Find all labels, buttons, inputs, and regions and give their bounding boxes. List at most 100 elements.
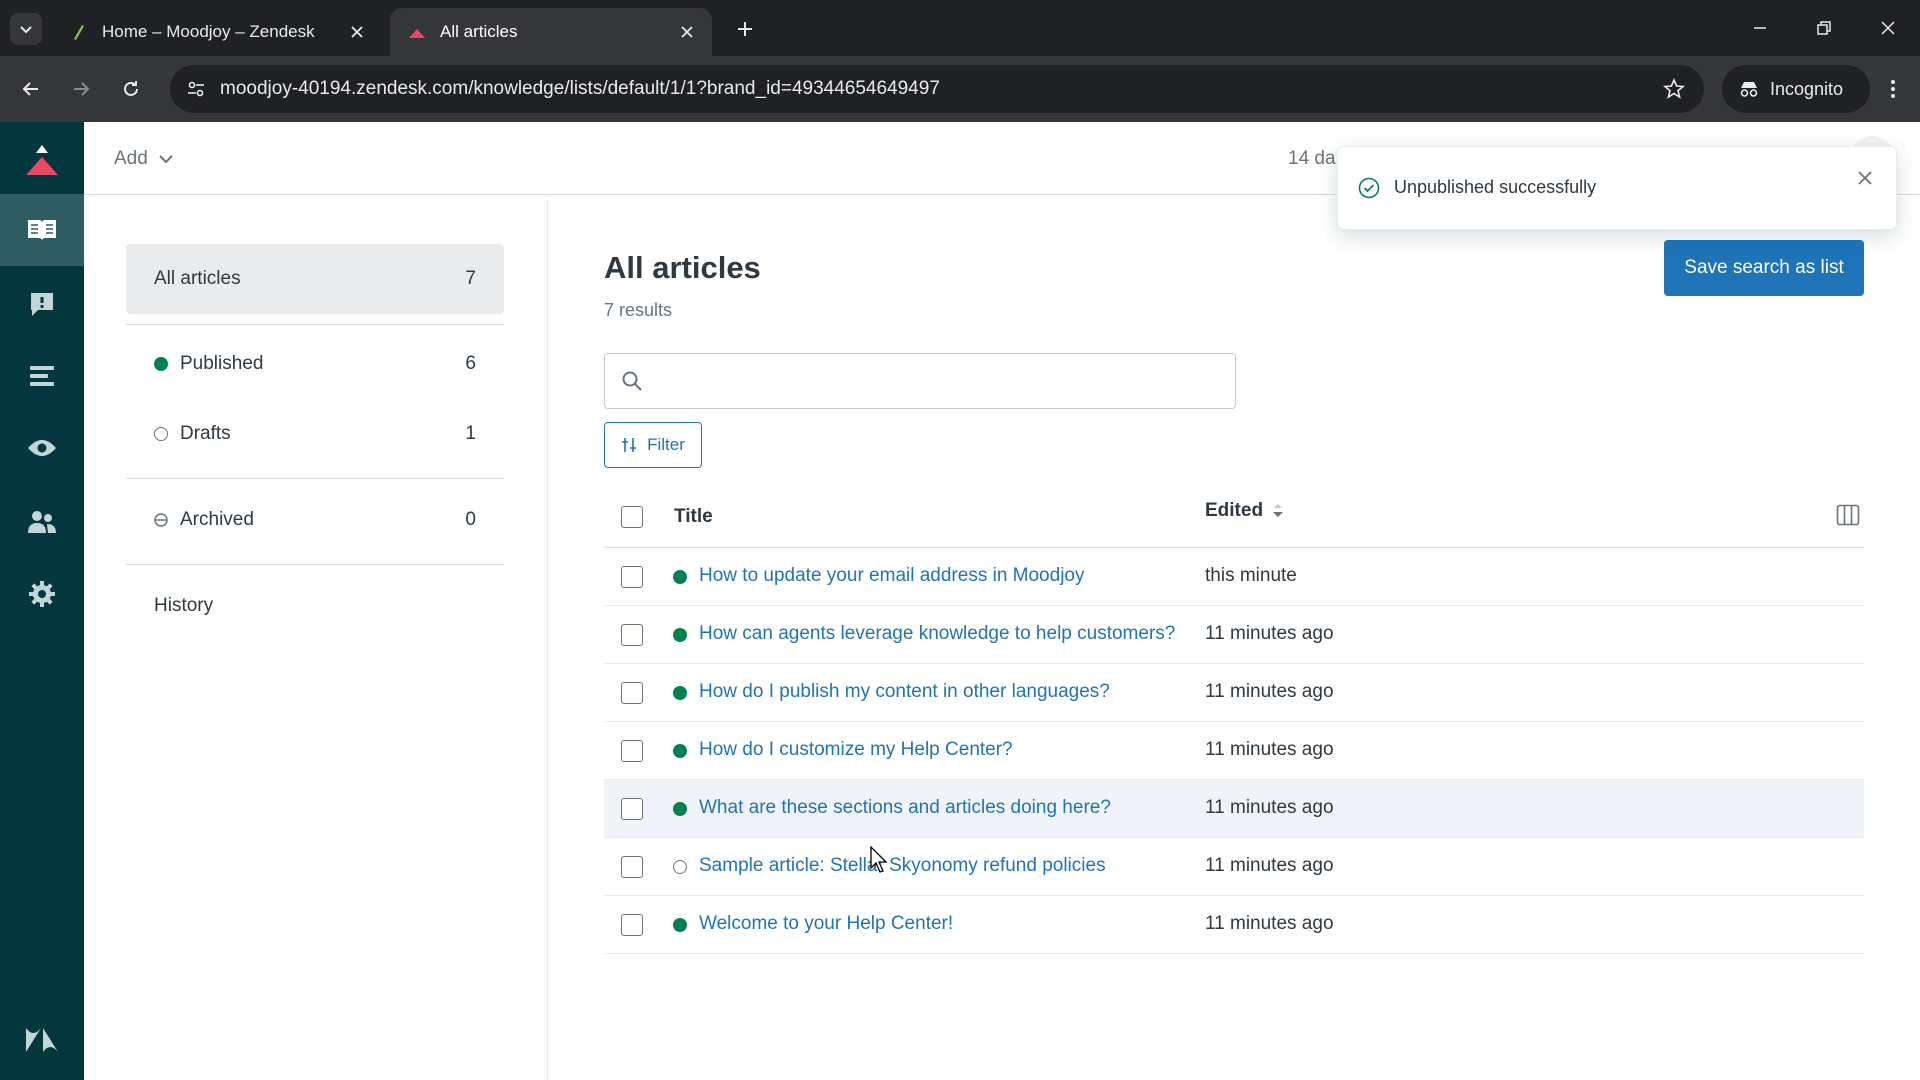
edited-time: 11 minutes ago — [1205, 913, 1334, 934]
row-checkbox[interactable] — [621, 624, 643, 646]
article-title-link[interactable]: How can agents leverage knowledge to hel… — [699, 623, 1175, 645]
close-icon[interactable] — [1852, 165, 1878, 191]
table-row[interactable]: How do I publish my content in other lan… — [604, 664, 1864, 722]
toast-message: Unpublished successfully — [1394, 177, 1597, 197]
close-window-button[interactable] — [1868, 10, 1908, 46]
check-circle-icon — [1358, 177, 1380, 199]
sidebar-item-published[interactable]: Published 6 — [126, 342, 504, 386]
column-header-edited[interactable]: Edited — [1205, 500, 1285, 522]
divider — [126, 564, 504, 565]
filter-sliders-icon — [622, 438, 637, 452]
article-title-link[interactable]: How do I publish my content in other lan… — [699, 681, 1110, 703]
row-checkbox[interactable] — [621, 856, 643, 878]
restore-button[interactable] — [1804, 10, 1844, 46]
edited-time: 11 minutes ago — [1205, 855, 1334, 876]
add-menu-button[interactable]: Add — [114, 148, 174, 170]
select-all-checkbox[interactable] — [621, 506, 643, 528]
edited-time: 11 minutes ago — [1205, 797, 1334, 818]
sidebar-item-label: History — [154, 595, 214, 616]
article-title-link[interactable]: How do I customize my Help Center? — [699, 739, 1013, 761]
browser-toolbar: moodjoy-40194.zendesk.com/knowledge/list… — [0, 56, 1920, 122]
edited-time: 11 minutes ago — [1205, 739, 1334, 760]
nav-content[interactable] — [0, 340, 84, 412]
sidebar-item-label: All articles — [154, 268, 241, 289]
product-nav — [0, 122, 84, 1080]
arrow-left-icon — [22, 82, 38, 96]
forward-button[interactable] — [64, 72, 98, 106]
bookmark-star-icon[interactable] — [1660, 75, 1688, 103]
eye-icon — [28, 440, 56, 456]
site-info-icon[interactable] — [182, 75, 210, 103]
row-checkbox[interactable] — [621, 914, 643, 936]
nav-feedback[interactable] — [0, 268, 84, 340]
row-checkbox[interactable] — [621, 682, 643, 704]
tab-home[interactable]: Home – Moodjoy – Zendesk — [52, 8, 382, 56]
tab-title: All articles — [440, 22, 518, 41]
sidebar-item-count: 0 — [465, 509, 476, 530]
reload-button[interactable] — [114, 72, 148, 106]
arrow-right-icon — [74, 82, 90, 96]
draft-status-icon — [154, 427, 168, 441]
sidebar-item-count: 7 — [465, 268, 476, 289]
article-title-link[interactable]: What are these sections and articles doi… — [699, 797, 1111, 819]
incognito-label: Incognito — [1770, 78, 1844, 99]
table-row[interactable]: Sample article: Stellar Skyonomy refund … — [604, 838, 1864, 896]
search-field[interactable] — [604, 353, 1236, 409]
sidebar-item-archived[interactable]: Archived 0 — [126, 498, 504, 542]
articles-table: Title Edited How to update your email ad… — [604, 486, 1864, 954]
nav-knowledge[interactable] — [0, 194, 84, 266]
table-header: Title Edited — [604, 486, 1864, 548]
sidebar-item-label: Drafts — [180, 423, 231, 444]
close-icon — [1881, 21, 1895, 35]
row-checkbox[interactable] — [621, 798, 643, 820]
search-input[interactable] — [655, 364, 1215, 398]
new-tab-button[interactable] — [730, 14, 760, 44]
table-row[interactable]: What are these sections and articles doi… — [604, 780, 1864, 838]
sidebar-item-label: Published — [180, 353, 264, 374]
minimize-button[interactable] — [1740, 10, 1780, 46]
close-tab-icon[interactable] — [676, 21, 698, 43]
mouse-cursor-icon — [870, 846, 888, 873]
sidebar-item-count: 1 — [465, 423, 476, 444]
table-row[interactable]: Welcome to your Help Center! 11 minutes a… — [604, 896, 1864, 954]
published-status-icon — [673, 744, 687, 758]
browser-tab-bar: Home – Moodjoy – Zendesk All articles — [0, 0, 1920, 56]
sidebar-item-all-articles[interactable]: All articles 7 — [126, 244, 504, 314]
add-label: Add — [114, 148, 148, 169]
close-tab-icon[interactable] — [346, 21, 368, 43]
article-title-link[interactable]: How to update your email address in Mood… — [699, 565, 1084, 587]
sort-icon — [1273, 504, 1284, 517]
incognito-icon — [1740, 82, 1758, 97]
sidebar-item-drafts[interactable]: Drafts 1 — [126, 412, 504, 456]
sidebar-item-history[interactable]: History — [126, 584, 504, 628]
open-book-icon — [28, 220, 56, 241]
filter-label: Filter — [647, 435, 685, 454]
nav-preview[interactable] — [0, 412, 84, 484]
guide-logo-icon[interactable] — [0, 136, 84, 184]
save-search-button[interactable]: Save search as list — [1664, 240, 1864, 296]
nav-users[interactable] — [0, 486, 84, 558]
table-row[interactable]: How do I customize my Help Center? 11 min… — [604, 722, 1864, 780]
zendesk-logo-icon[interactable] — [0, 1016, 84, 1064]
columns-icon[interactable] — [1835, 502, 1861, 528]
address-bar[interactable]: moodjoy-40194.zendesk.com/knowledge/list… — [170, 65, 1704, 113]
trial-days-text: 14 da — [1288, 148, 1336, 169]
browser-menu-button[interactable] — [1876, 72, 1910, 106]
table-row[interactable]: How to update your email address in Mood… — [604, 548, 1864, 606]
published-status-icon — [673, 628, 687, 642]
filter-button[interactable]: Filter — [604, 422, 702, 468]
article-title-link[interactable]: Welcome to your Help Center! — [699, 913, 953, 935]
tab-all-articles[interactable]: All articles — [390, 8, 712, 56]
column-header-title[interactable]: Title — [674, 506, 713, 528]
incognito-indicator[interactable]: Incognito — [1722, 65, 1870, 113]
draft-status-icon — [673, 860, 687, 874]
row-checkbox[interactable] — [621, 740, 643, 762]
table-row[interactable]: How can agents leverage knowledge to hel… — [604, 606, 1864, 664]
published-status-icon — [673, 686, 687, 700]
published-status-icon — [673, 570, 687, 584]
article-title-link[interactable]: Sample article: Stellar Skyonomy refund … — [699, 855, 1106, 877]
tab-search-button[interactable] — [10, 13, 42, 45]
nav-settings[interactable] — [0, 558, 84, 630]
row-checkbox[interactable] — [621, 566, 643, 588]
back-button[interactable] — [14, 72, 48, 106]
